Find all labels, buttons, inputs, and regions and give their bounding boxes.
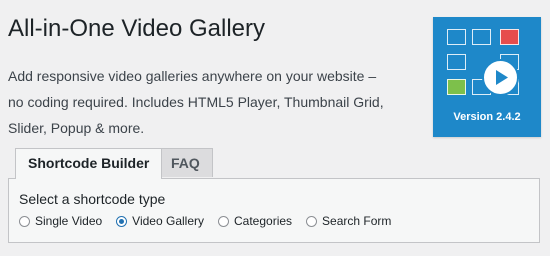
radio-button[interactable]	[19, 215, 30, 227]
plugin-description: Add responsive video galleries anywhere …	[8, 63, 408, 141]
shortcode-type-radio-group: Single Video Video Gallery Categories Se…	[19, 214, 405, 228]
radio-button[interactable]	[306, 215, 318, 227]
logo-grid-cell	[447, 54, 466, 70]
radio-label: Video Gallery	[132, 214, 204, 228]
radio-label: Search Form	[322, 214, 392, 228]
tab-shortcode-builder[interactable]: Shortcode Builder	[15, 148, 163, 179]
radio-option-search-form[interactable]: Search Form	[306, 214, 391, 228]
shortcode-type-heading: Select a shortcode type	[19, 191, 166, 207]
radio-button[interactable]	[218, 215, 229, 227]
logo-grid-cell-red	[500, 29, 519, 45]
shortcode-builder-panel: Select a shortcode type Single Video Vid…	[8, 178, 540, 243]
play-icon	[482, 59, 519, 96]
page-title: All-in-One Video Gallery	[8, 15, 266, 42]
plugin-logo: Version 2.4.2	[433, 17, 541, 137]
logo-grid-cell-green	[447, 79, 466, 95]
logo-grid	[447, 29, 527, 101]
description-line: Add responsive video galleries anywhere …	[8, 68, 377, 84]
radio-label: Single Video	[35, 214, 103, 228]
description-line: Slider, Popup & more.	[8, 120, 145, 136]
logo-grid-cell	[447, 29, 466, 45]
radio-button-checked[interactable]	[116, 215, 128, 227]
tab-faq[interactable]: FAQ	[158, 148, 213, 177]
version-label: Version 2.4.2	[453, 111, 521, 123]
radio-option-single-video[interactable]: Single Video	[19, 214, 102, 228]
radio-label: Categories	[234, 214, 293, 228]
logo-grid-cell	[472, 29, 491, 45]
description-line: no coding required. Includes HTML5 Playe…	[8, 94, 384, 110]
radio-option-video-gallery[interactable]: Video Gallery	[116, 214, 204, 228]
radio-option-categories[interactable]: Categories	[218, 214, 292, 228]
